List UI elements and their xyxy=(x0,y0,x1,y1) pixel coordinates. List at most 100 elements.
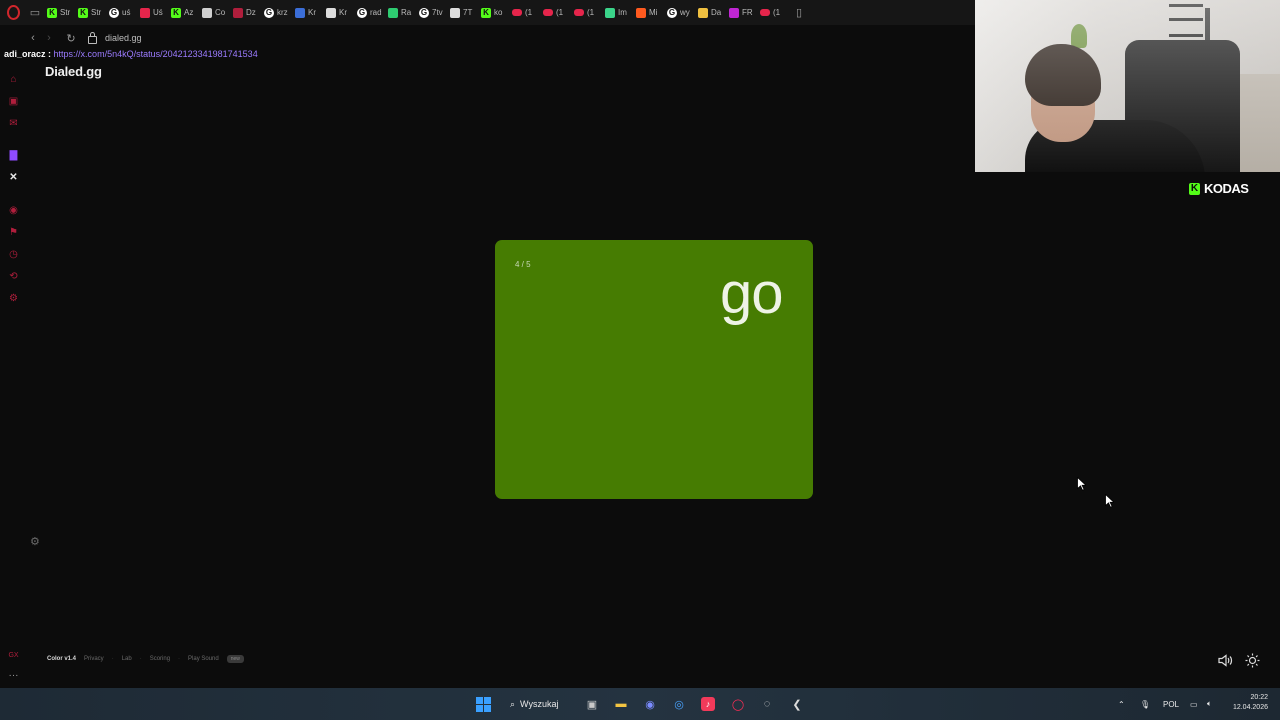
obs-icon[interactable]: ◌ xyxy=(759,696,775,712)
chat-message: adi_oracz : https://x.com/5n4kQ/status/2… xyxy=(4,49,258,59)
browser-tab[interactable]: (1 xyxy=(757,0,788,25)
settings-icon[interactable]: ⚙ xyxy=(8,293,19,304)
browser-tab-label: (1 xyxy=(525,8,533,17)
browser-tab[interactable]: Co xyxy=(199,0,230,25)
browser-tab[interactable]: FR xyxy=(726,0,757,25)
kick-icon: K xyxy=(171,7,181,18)
chat-link[interactable]: https://x.com/5n4kQ/status/2042123341981… xyxy=(54,49,258,59)
footer-separator: · xyxy=(139,656,142,662)
start-button[interactable] xyxy=(475,696,491,712)
browser-tab[interactable]: K Str xyxy=(44,0,75,25)
browser-tab[interactable]: (1 xyxy=(571,0,602,25)
chat-username: adi_oracz : xyxy=(4,49,52,59)
browser-tab[interactable]: Ra xyxy=(385,0,416,25)
browser-tab[interactable]: (1 xyxy=(509,0,540,25)
kick-icon: K xyxy=(47,7,57,18)
browser-tab-label: wy xyxy=(680,8,690,17)
browser-tab-label: Co xyxy=(215,8,226,17)
url-field[interactable]: dialed.gg xyxy=(88,31,142,44)
task-view-icon[interactable]: ▣ xyxy=(584,696,600,712)
browser-tab[interactable]: Uś xyxy=(137,0,168,25)
footer-link-lab[interactable]: Lab xyxy=(122,656,132,662)
browser-app-icon[interactable]: ◎ xyxy=(671,696,687,712)
reload-icon[interactable]: ↻ xyxy=(66,32,76,45)
browser-tab-label: 7T xyxy=(463,8,473,17)
dot-icon xyxy=(388,7,398,18)
browser-tab[interactable]: K Str xyxy=(75,0,106,25)
browser-tab-label: Ra xyxy=(401,8,412,17)
taskbar-search[interactable]: ⌕ Wyszukaj xyxy=(510,696,558,712)
windows-logo-icon xyxy=(475,696,491,712)
music-app-icon[interactable]: ♪ xyxy=(700,696,716,712)
x-icon[interactable]: ✕ xyxy=(8,172,19,183)
game-settings-icon[interactable]: ⚙ xyxy=(30,537,41,548)
browser-tab[interactable]: K Az xyxy=(168,0,199,25)
forward-icon[interactable]: › xyxy=(44,32,54,44)
kodas-brand-text: KODAS xyxy=(1204,181,1249,196)
footer-link-privacy[interactable]: Privacy xyxy=(84,656,104,662)
tab-overview-icon[interactable]: ▭ xyxy=(26,0,44,25)
clock-date: 12.04.2026 xyxy=(1232,704,1268,711)
browser-tab[interactable]: Guś xyxy=(106,0,137,25)
page-title[interactable]: Dialed.gg xyxy=(45,64,102,79)
theme-toggle-icon[interactable] xyxy=(1244,652,1260,668)
opera-logo-icon[interactable] xyxy=(0,0,26,25)
file-explorer-icon[interactable]: ▬ xyxy=(613,696,629,712)
back-icon[interactable]: ‹ xyxy=(28,32,38,44)
browser-tab[interactable]: (1 xyxy=(540,0,571,25)
new-tab-page-icon[interactable]: ▯ xyxy=(790,0,808,25)
tray-overflow-icon[interactable]: ⌃ xyxy=(1118,696,1125,712)
browser-tab[interactable]: Kr xyxy=(292,0,323,25)
taskbar-clock[interactable]: 20:22 12.04.2026 xyxy=(1228,693,1268,713)
gx-icon[interactable]: GX xyxy=(8,650,19,661)
browser-tab-label: Az xyxy=(184,8,194,17)
browser-tab-strip: ▭ K Str K Str Guś Uś K Az Co Dz Gkrz Kr Kr Grad Ra G 7tv… xyxy=(0,0,975,25)
browser-tab-label: Dz xyxy=(246,8,256,17)
browser-tab[interactable]: Im xyxy=(602,0,633,25)
browser-tab[interactable]: Grad xyxy=(354,0,385,25)
microphone-icon[interactable]: 🎙︎ xyxy=(1140,696,1150,712)
google-icon: G xyxy=(419,7,429,18)
taskbar-search-label: Wyszukaj xyxy=(520,699,559,709)
webcam-lighting xyxy=(975,0,1280,172)
home-icon[interactable]: ⌂ xyxy=(8,74,19,85)
browser-tab[interactable]: Gkrz xyxy=(261,0,292,25)
browser-tab[interactable]: Kr xyxy=(323,0,354,25)
language-indicator[interactable]: POL xyxy=(1163,696,1179,712)
bookmark-icon[interactable]: ⚑ xyxy=(8,227,19,238)
mail-icon[interactable]: ✉ xyxy=(8,118,19,129)
browser-tab-label: Mi xyxy=(649,8,658,17)
youtube-icon xyxy=(543,9,553,16)
browser-tab[interactable]: Mi xyxy=(633,0,664,25)
browser-tab[interactable]: Da xyxy=(695,0,726,25)
badge-icon xyxy=(729,7,739,18)
footer-separator: · xyxy=(178,656,181,662)
extensions-icon[interactable]: ⟲ xyxy=(8,271,19,282)
browser-tab[interactable]: 7T xyxy=(447,0,478,25)
opera-gx-taskbar-icon[interactable]: ◯ xyxy=(730,696,746,712)
footer-separator: · xyxy=(111,656,114,662)
browser-tab[interactable]: Dz xyxy=(230,0,261,25)
discord-icon[interactable]: ◉ xyxy=(642,696,658,712)
more-icon[interactable]: ··· xyxy=(8,670,19,681)
network-icon[interactable]: ▭ xyxy=(1190,696,1198,712)
kick-icon: K xyxy=(78,7,88,18)
browser-tab[interactable]: Kko xyxy=(478,0,509,25)
google-icon: G xyxy=(667,7,677,18)
sound-toggle-icon[interactable] xyxy=(1217,652,1233,668)
browser-tab-label: Da xyxy=(711,8,722,17)
app-icon[interactable]: ❮ xyxy=(789,696,805,712)
footer-link-play-sound[interactable]: Play Sound xyxy=(188,656,219,662)
player-icon[interactable]: ◉ xyxy=(8,205,19,216)
browser-tab[interactable]: Gwy xyxy=(664,0,695,25)
tag-icon xyxy=(326,7,336,18)
browser-tab[interactable]: G 7tv xyxy=(416,0,447,25)
search-icon: ⌕ xyxy=(510,698,516,709)
workspace-icon[interactable]: ▣ xyxy=(8,96,19,107)
history-icon[interactable]: ◷ xyxy=(8,249,19,260)
go-label: go xyxy=(720,261,784,326)
twitch-icon[interactable]: ▇ xyxy=(8,150,19,161)
volume-icon[interactable]: 🔈︎ xyxy=(1207,696,1212,712)
footer-link-scoring[interactable]: Scoring xyxy=(150,656,170,662)
browser-tab-label: (1 xyxy=(587,8,595,17)
